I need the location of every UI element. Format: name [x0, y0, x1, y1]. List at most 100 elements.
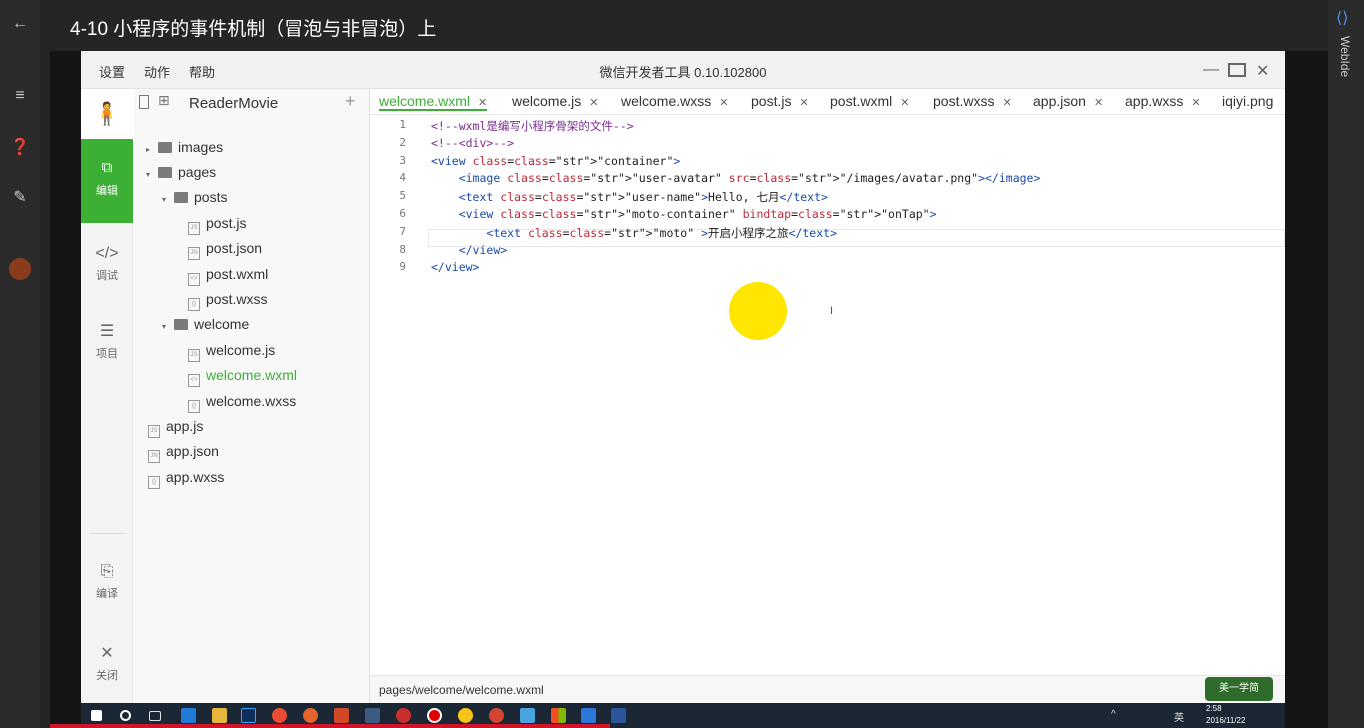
edge-icon[interactable]	[181, 708, 196, 723]
user-avatar-icon[interactable]	[9, 258, 31, 280]
chevron-icon[interactable]: ▸	[146, 140, 158, 160]
code-line[interactable]: <text class=class="str">"moto" >开启小程序之旅<…	[431, 225, 837, 241]
toolbar-edit-button[interactable]: ⧉ 编辑	[81, 139, 133, 223]
code-line[interactable]: <view class=class="str">"moto-container"…	[431, 207, 937, 221]
editor-tab[interactable]: iqiyi.png	[1222, 93, 1273, 109]
tree-folder[interactable]: ▾ pages	[146, 162, 216, 182]
devtools-taskbar-icon[interactable]	[581, 708, 596, 723]
file-icon: {}	[188, 400, 200, 413]
input-lang[interactable]: 英	[1174, 709, 1184, 724]
close-window-icon[interactable]: ✕	[1256, 61, 1269, 81]
project-avatar[interactable]: 🧍	[81, 89, 133, 139]
tree-label: welcome.js	[206, 342, 276, 358]
line-number: 8	[399, 242, 406, 256]
powerpoint-icon[interactable]	[334, 708, 349, 723]
tab-close-icon[interactable]: ✕	[900, 97, 909, 109]
tree-file[interactable]: JS welcome.js	[188, 340, 276, 362]
tree-file[interactable]: {} welcome.wxss	[188, 391, 296, 413]
toolbar-debug-button[interactable]: </> 调试	[81, 245, 133, 283]
code-editor: welcome.wxml ✕ welcome.js ✕ welcome.wxss ✕ pos…	[370, 89, 1285, 703]
compile-icon: ⎘	[100, 563, 114, 580]
editor-tab[interactable]: post.wxss ✕	[933, 93, 1012, 109]
editor-tab[interactable]: welcome.wxml ✕	[379, 93, 488, 111]
tab-label: post.wxml	[830, 93, 893, 109]
editor-tab[interactable]: welcome.wxss ✕	[621, 93, 728, 109]
file-tree-header: ⊞ ReaderMovie +	[134, 89, 370, 117]
tree-folder[interactable]: ▸ images	[146, 137, 223, 157]
search-icon[interactable]	[120, 710, 131, 721]
help-icon[interactable]: ❓	[10, 137, 30, 157]
menu-icon[interactable]: ≡	[10, 87, 30, 105]
tray-up-icon[interactable]: ^	[1111, 709, 1116, 720]
tree-label: app.json	[166, 443, 219, 459]
app-icon-bird[interactable]	[489, 708, 504, 723]
tab-close-icon[interactable]: ✕	[1002, 97, 1011, 109]
code-line[interactable]: <view class=class="str">"container">	[431, 154, 680, 168]
editor-tab[interactable]: app.json ✕	[1033, 93, 1103, 109]
webide-logo-icon[interactable]: ⟨⟩	[1336, 8, 1348, 28]
app-icon-light-blue[interactable]	[520, 708, 535, 723]
file-icon: <>	[188, 374, 200, 387]
code-line[interactable]: <text class=class="str">"user-name">Hell…	[431, 189, 828, 205]
video-progress-bar[interactable]	[50, 724, 610, 728]
pencil-icon[interactable]: ✎	[10, 187, 30, 207]
windows-start-icon[interactable]	[91, 710, 102, 721]
tree-view-icon[interactable]: ⊞	[158, 92, 170, 109]
app-icon-yellow[interactable]	[458, 708, 473, 723]
editor-tab[interactable]: welcome.js ✕	[512, 93, 598, 109]
single-pane-icon[interactable]	[139, 95, 149, 109]
code-area[interactable]: 1 <!--wxml是编写小程序骨架的文件--> 2 <!--<div>--> 3 <vi…	[370, 115, 1285, 675]
tab-close-icon[interactable]: ✕	[478, 97, 487, 109]
tab-close-icon[interactable]: ✕	[1094, 97, 1103, 109]
word-icon[interactable]	[611, 708, 626, 723]
tree-folder[interactable]: ▾ posts	[162, 187, 227, 207]
chevron-icon[interactable]: ▾	[162, 190, 174, 210]
code-line[interactable]: </view>	[431, 260, 479, 274]
tree-folder[interactable]: ▾ welcome	[162, 314, 249, 334]
tab-label: welcome.js	[512, 93, 582, 109]
tab-close-icon[interactable]: ✕	[719, 97, 728, 109]
code-line[interactable]: </view>	[431, 243, 507, 257]
tree-file[interactable]: <> welcome.wxml	[188, 365, 297, 387]
tree-file[interactable]: JS post.js	[188, 213, 246, 235]
tree-file[interactable]: {} app.wxss	[148, 467, 224, 489]
editor-tab[interactable]: post.wxml ✕	[830, 93, 909, 109]
file-icon: JS	[188, 349, 200, 362]
chevron-icon[interactable]: ▾	[146, 165, 158, 185]
app-title: 微信开发者工具 0.10.102800	[599, 65, 767, 80]
editor-tab[interactable]: app.wxss ✕	[1125, 93, 1201, 109]
tab-close-icon[interactable]: ✕	[799, 97, 808, 109]
task-view-icon[interactable]	[149, 711, 161, 721]
file-icon: JS	[148, 425, 160, 438]
code-line[interactable]: <!--<div>-->	[431, 136, 514, 150]
tree-file[interactable]: JN post.json	[188, 238, 262, 260]
chevron-icon[interactable]: ▾	[162, 317, 174, 337]
tree-file[interactable]: <> post.wxml	[188, 264, 268, 286]
tab-label: post.wxss	[933, 93, 995, 109]
tree-label: welcome	[194, 316, 250, 332]
back-arrow-icon[interactable]: ←	[10, 15, 30, 33]
editor-tab[interactable]: post.js ✕	[751, 93, 809, 109]
toolbar-compile-button[interactable]: ⎘ 编译	[81, 563, 133, 601]
record-icon[interactable]	[427, 708, 442, 723]
app-icon-orange[interactable]	[303, 708, 318, 723]
toolbar-project-button[interactable]: ☰ 项目	[81, 321, 133, 361]
tree-file[interactable]: {} post.wxss	[188, 289, 267, 311]
tab-close-icon[interactable]: ✕	[589, 97, 598, 109]
explorer-icon[interactable]	[212, 708, 227, 723]
toolbar-close-button[interactable]: ✕ 关闭	[81, 643, 133, 683]
photoshop-icon[interactable]	[241, 708, 256, 723]
tree-file[interactable]: JN app.json	[148, 441, 219, 463]
tree-file[interactable]: JS app.js	[148, 416, 203, 438]
add-file-icon[interactable]: +	[345, 91, 356, 112]
tab-close-icon[interactable]: ✕	[1191, 97, 1200, 109]
minimize-icon[interactable]: —	[1203, 61, 1219, 79]
app-icon-red[interactable]	[396, 708, 411, 723]
code-line[interactable]: <!--wxml是编写小程序骨架的文件-->	[431, 118, 634, 134]
chrome-icon[interactable]	[272, 708, 287, 723]
code-line[interactable]: <image class=class="str">"user-avatar" s…	[431, 171, 1041, 185]
maximize-icon[interactable]	[1228, 63, 1246, 77]
webide-label[interactable]: WebIde	[1338, 36, 1352, 77]
app-icon-grid[interactable]	[551, 708, 566, 723]
app-icon-blue[interactable]	[365, 708, 380, 723]
